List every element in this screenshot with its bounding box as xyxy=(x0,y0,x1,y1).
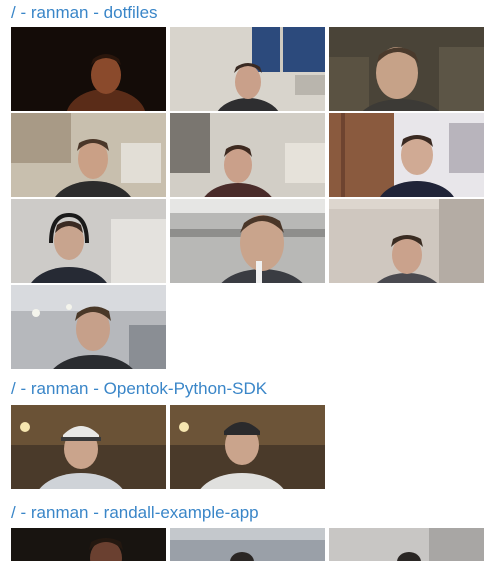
webcam-photo[interactable] xyxy=(170,27,325,111)
webcam-photo[interactable] xyxy=(11,199,166,283)
repo-link[interactable]: Opentok-Python-SDK xyxy=(104,379,267,398)
webcam-photo[interactable] xyxy=(11,528,166,561)
webcam-photo[interactable] xyxy=(170,528,325,561)
user-link[interactable]: ranman xyxy=(31,3,89,22)
section-heading-opentok-python-sdk: / - ranman - Opentok-Python-SDK xyxy=(11,379,267,399)
user-link[interactable]: ranman xyxy=(31,503,89,522)
separator: - xyxy=(20,3,27,22)
user-link[interactable]: ranman xyxy=(31,379,89,398)
separator: - xyxy=(93,503,99,522)
section-heading-dotfiles: / - ranman - dotfiles xyxy=(11,3,158,23)
webcam-photo[interactable] xyxy=(329,27,484,111)
webcam-photo[interactable] xyxy=(11,27,166,111)
repo-link[interactable]: dotfiles xyxy=(104,3,158,22)
webcam-photo[interactable] xyxy=(11,405,166,489)
webcam-photo[interactable] xyxy=(329,113,484,197)
section-heading-randall-example-app: / - ranman - randall-example-app xyxy=(11,503,259,523)
separator: - xyxy=(20,379,27,398)
root-link[interactable]: / xyxy=(11,3,16,22)
webcam-photo[interactable] xyxy=(329,199,484,283)
repo-link[interactable]: randall-example-app xyxy=(104,503,259,522)
webcam-photo[interactable] xyxy=(170,113,325,197)
root-link[interactable]: / xyxy=(11,379,16,398)
webcam-photo[interactable] xyxy=(11,285,166,369)
webcam-photo[interactable] xyxy=(329,528,484,561)
root-link[interactable]: / xyxy=(11,503,16,522)
webcam-photo[interactable] xyxy=(170,199,325,283)
webcam-photo[interactable] xyxy=(11,113,166,197)
separator: - xyxy=(20,503,27,522)
webcam-photo[interactable] xyxy=(170,405,325,489)
separator: - xyxy=(93,379,99,398)
separator: - xyxy=(93,3,99,22)
